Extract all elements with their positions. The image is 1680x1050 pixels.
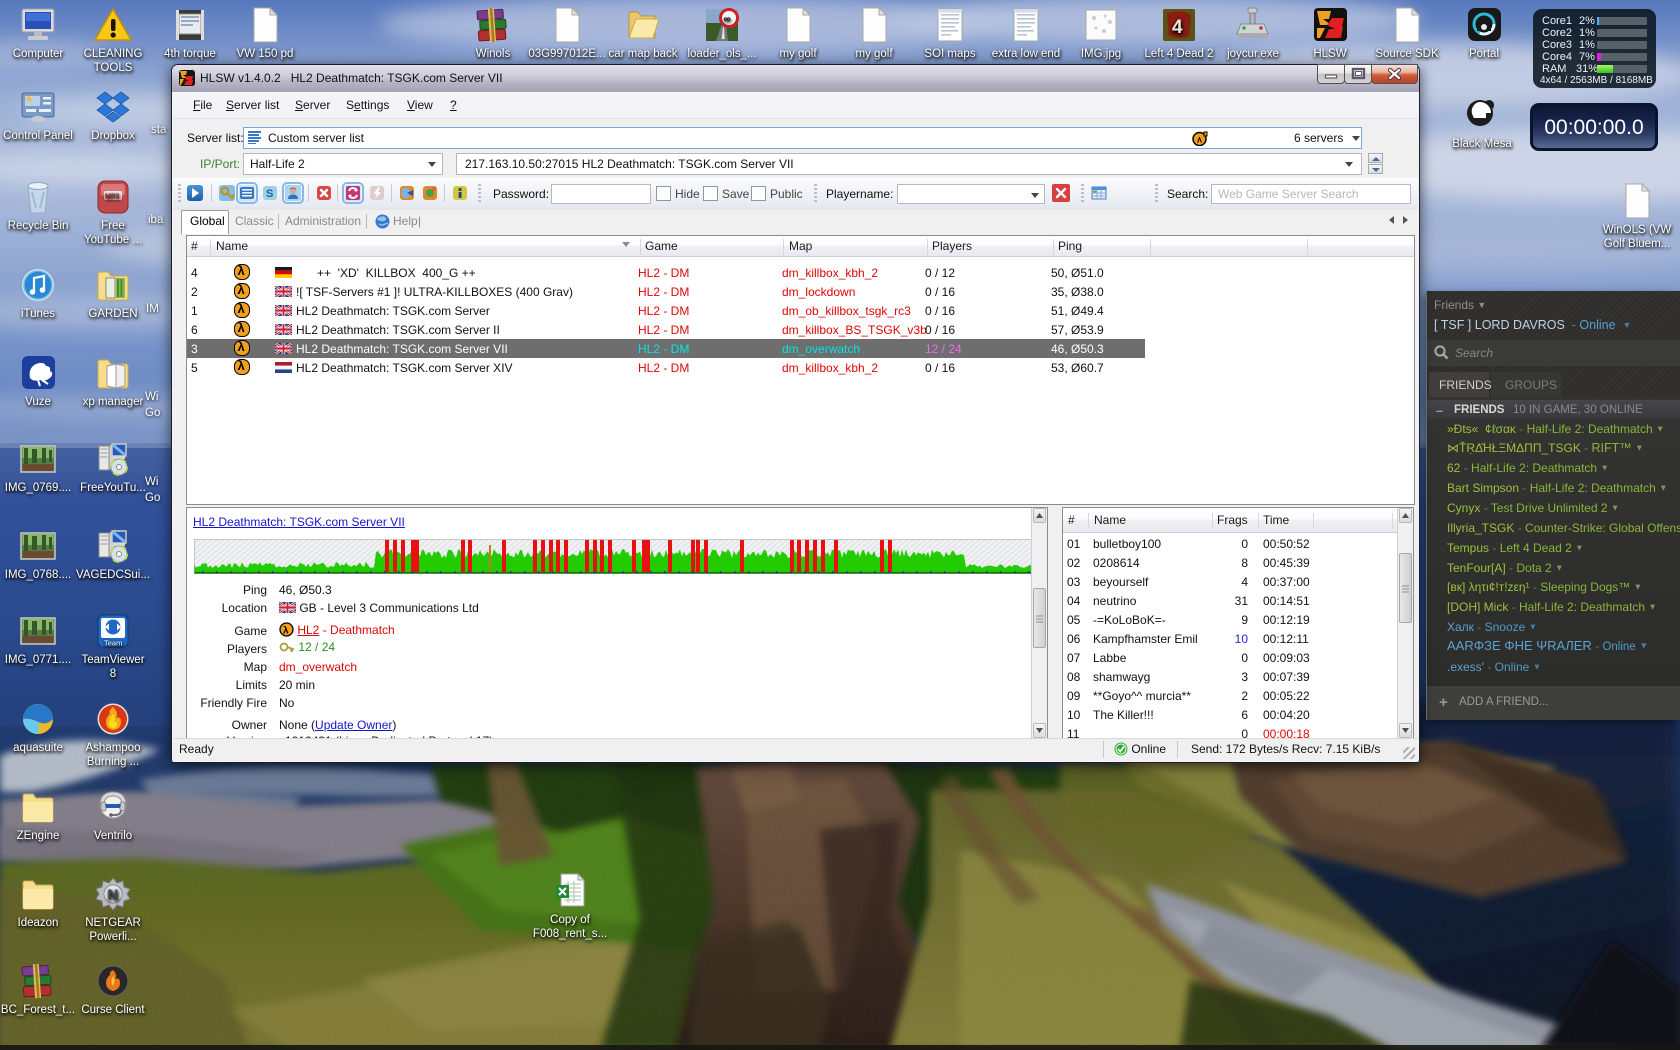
svg-text:MP3: MP3 xyxy=(105,194,120,201)
svg-text:N: N xyxy=(108,887,119,904)
svg-text:S: S xyxy=(266,188,273,200)
svg-text:λ: λ xyxy=(283,626,289,637)
svg-text:4: 4 xyxy=(1172,17,1183,38)
svg-text:Team: Team xyxy=(104,639,122,648)
svg-text:∞: ∞ xyxy=(724,14,731,25)
